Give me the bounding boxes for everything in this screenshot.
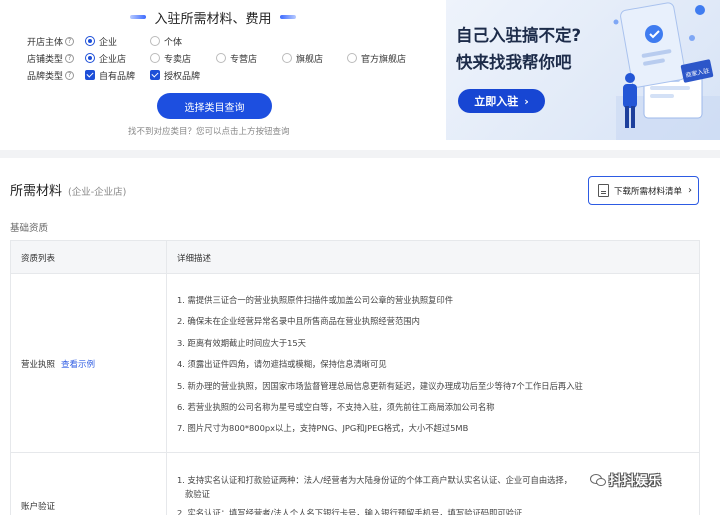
hint-text: 找不到对应类目？您可以点击上方按钮查询 [128,127,290,137]
checkbox-checked-icon [150,70,160,80]
list-item: 5. 新办理的营业执照，因国家市场监督管理总局信息更新有延迟，建议办理成功后至少… [177,380,583,391]
option-label: 企业店 [99,54,127,65]
help-icon[interactable]: ? [65,70,75,80]
option-label: 旗舰店 [296,54,324,65]
column-divider [166,241,167,515]
banner-line-2: 快来找我帮你吧 [456,53,572,72]
list-item: 6. 若营业执照的公司名称为星号或空白等，不支持入驻，须先前往工商局添加公司名称 [177,401,495,412]
list-item: 1. 需提供三证合一的营业执照原件扫描件或加盖公司公章的营业执照复印件 [177,295,454,305]
option-label: 企业 [99,37,118,48]
help-icon[interactable]: ? [65,53,75,63]
brand-type-row: 品牌类型 ? 自有品牌 授权品牌 [0,67,440,83]
list-item: 3. 距离有效期截止时间应大于15天 [177,337,306,348]
watermark-text: 抖抖娱乐 [609,474,662,489]
subject-row: 开店主体 ? 企业 个体 [0,33,440,49]
materials-subtitle: (企业-企业店) [68,187,127,198]
heading-left-decoration [130,15,147,19]
row-divider [11,452,699,453]
apply-now-label: 立即入驻 [474,95,519,108]
option-label: 专营店 [230,54,258,65]
onboarding-illustration: 商家入驻 [613,2,720,140]
store-type-label-text: 店铺类型 [27,54,64,65]
description-list: 1. 支持实名认证和打款验证两种：法人/经营者为大陆身份证的个体工商户默认实名认… [177,474,572,515]
option-label: 授权品牌 [164,71,201,82]
brand-type-label-text: 品牌类型 [27,71,64,82]
select-category-query-button[interactable]: 选择类目查询 [157,93,272,119]
radio-icon [347,53,357,63]
list-item: 2. 实名认证：填写经营者/法人个人名下银行卡号，输入银行预留手机号，填写验证码… [177,508,523,515]
brand-type-option-authorized[interactable]: 授权品牌 [150,69,200,82]
heading-text: 入驻所需材料、费用 [154,11,272,27]
download-materials-button[interactable]: 下载所需材料清单 › [588,176,699,205]
option-label: 官方旗舰店 [361,54,407,65]
section-label: 基础资质 [10,223,49,234]
list-item: 1. 支持实名认证和打款验证两种：法人/经营者为大陆身份证的个体工商户默认实名认… [177,475,573,485]
store-type-option-official-flagship[interactable]: 官方旗舰店 [347,52,406,65]
view-example-link[interactable]: 查看示例 [61,360,95,370]
table-row-name: 账户验证 [21,500,55,512]
brand-type-option-own[interactable]: 自有品牌 [85,69,135,82]
section-heading: 入驻所需材料、费用 [130,6,296,28]
subject-option-individual[interactable]: 个体 [150,35,182,48]
radio-icon [150,53,160,63]
section-separator [0,150,720,158]
list-item: 款验证 [185,489,210,499]
heading-right-decoration [279,15,296,19]
radio-icon [216,53,226,63]
chevron-right-icon: › [524,94,529,108]
subject-label: 开店主体 ? [27,35,79,48]
subject-label-text: 开店主体 [27,37,64,48]
column-header: 资质列表 [21,254,56,264]
option-label: 自有品牌 [99,71,136,82]
radio-icon [282,53,292,63]
description-list: 1. 需提供三证合一的营业执照原件扫描件或加盖公司公章的营业执照复印件 2. 确… [177,294,583,444]
list-item: 2. 确保未在企业经营异常名录中且所售商品在营业执照经营范围内 [177,316,420,327]
brand-type-label: 品牌类型 ? [27,69,79,82]
store-type-option-flagship[interactable]: 旗舰店 [282,52,323,65]
store-type-label: 店铺类型 ? [27,52,79,65]
chevron-right-icon: › [688,185,693,196]
promo-banner[interactable]: 自己入驻搞不定? 快来找我帮你吧 立即入驻 › 商家入驻 [446,0,720,140]
radio-icon [150,36,160,46]
table-row-name: 营业执照 查看示例 [21,358,95,370]
checkbox-checked-icon [85,70,95,80]
option-label: 专卖店 [164,54,192,65]
list-item: 4. 须露出证件四角，请勿遮挡或模糊，保持信息清晰可见 [177,359,387,370]
radio-selected-icon [85,53,95,63]
entry-filter-panel: 入驻所需材料、费用 开店主体 ? 企业 个体 店铺类型 ? 企业店 专卖店 专营… [0,0,720,150]
wechat-icon [590,473,606,486]
banner-line-1: 自己入驻搞不定? [456,26,582,45]
table-header: 资质列表 详细描述 [11,241,699,274]
column-header: 详细描述 [177,254,212,264]
store-type-option-enterprise[interactable]: 企业店 [85,52,126,65]
store-type-row: 店铺类型 ? 企业店 专卖店 专营店 旗舰店 官方旗舰店 [0,50,440,66]
watermark: 抖抖娱乐 [590,470,661,489]
qualification-name: 营业执照 [21,360,56,370]
help-icon[interactable]: ? [65,36,75,46]
radio-selected-icon [85,36,95,46]
option-label: 个体 [164,37,183,48]
subject-option-enterprise[interactable]: 企业 [85,35,117,48]
qualification-name: 账户验证 [21,502,56,512]
store-type-option-specialty[interactable]: 专营店 [216,52,257,65]
materials-title: 所需材料 [10,184,63,199]
document-icon [598,184,609,197]
apply-now-button[interactable]: 立即入驻 › [458,89,545,113]
download-button-label: 下载所需材料清单 [614,186,683,197]
store-type-option-exclusive[interactable]: 专卖店 [150,52,191,65]
list-item: 7. 图片尺寸为800*800px以上，支持PNG、JPG和JPEG格式，大小不… [177,423,469,434]
